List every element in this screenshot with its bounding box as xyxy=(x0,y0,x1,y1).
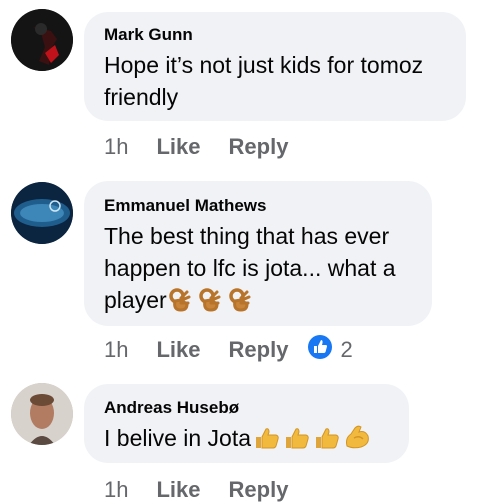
comment-actions: 1h Like Reply xyxy=(104,133,316,161)
comment-actions: 1h Like Reply xyxy=(104,476,316,504)
comment-text: The best thing that has ever happen to l… xyxy=(104,220,412,320)
comment-author[interactable]: Andreas Husebø xyxy=(104,398,389,418)
reaction-summary[interactable]: 2 xyxy=(308,335,353,365)
comment-bubble: Emmanuel Mathews The best thing that has… xyxy=(84,181,432,326)
comment-actions: 1h Like Reply 2 xyxy=(104,335,353,365)
flexed-biceps-icon xyxy=(343,424,371,458)
avatar[interactable] xyxy=(11,9,73,71)
comment-bubble: Andreas Husebø I belive in Jota xyxy=(84,384,409,463)
comment-text: I belive in Jota xyxy=(104,422,389,458)
comment-text-fragment: I belive in Jota xyxy=(104,425,252,451)
avatar[interactable] xyxy=(11,182,73,244)
comment-text-line: Hope it’s not just kids for tomoz xyxy=(104,52,424,78)
ok-hand-icon xyxy=(228,288,251,320)
like-reaction-icon xyxy=(308,335,333,365)
avatar[interactable] xyxy=(11,383,73,445)
comment-time[interactable]: 1h xyxy=(104,134,128,160)
comment-bubble: Mark Gunn Hope it’s not just kids for to… xyxy=(84,12,466,121)
comment-author[interactable]: Emmanuel Mathews xyxy=(104,196,412,216)
comment-text: Hope it’s not just kids for tomoz friend… xyxy=(104,49,446,113)
comment-text-line: player xyxy=(104,284,412,320)
comment-text-line: The best thing that has ever xyxy=(104,223,390,249)
ok-hand-icon xyxy=(168,288,191,320)
thumbs-up-icon xyxy=(283,426,311,458)
comment-text-line: happen to lfc is jota... what a xyxy=(104,255,396,281)
thumbs-up-icon xyxy=(313,426,341,458)
like-button[interactable]: Like xyxy=(156,337,200,363)
reaction-count: 2 xyxy=(340,337,353,362)
comment-text-fragment: player xyxy=(104,287,167,313)
comment-author[interactable]: Mark Gunn xyxy=(104,25,446,45)
comment-time[interactable]: 1h xyxy=(104,337,128,363)
like-button[interactable]: Like xyxy=(156,134,200,160)
reply-button[interactable]: Reply xyxy=(229,134,289,160)
comment-text-line: friendly xyxy=(104,84,179,110)
thumbs-up-icon xyxy=(253,426,281,458)
ok-hand-icon xyxy=(198,288,221,320)
reply-button[interactable]: Reply xyxy=(229,337,289,363)
